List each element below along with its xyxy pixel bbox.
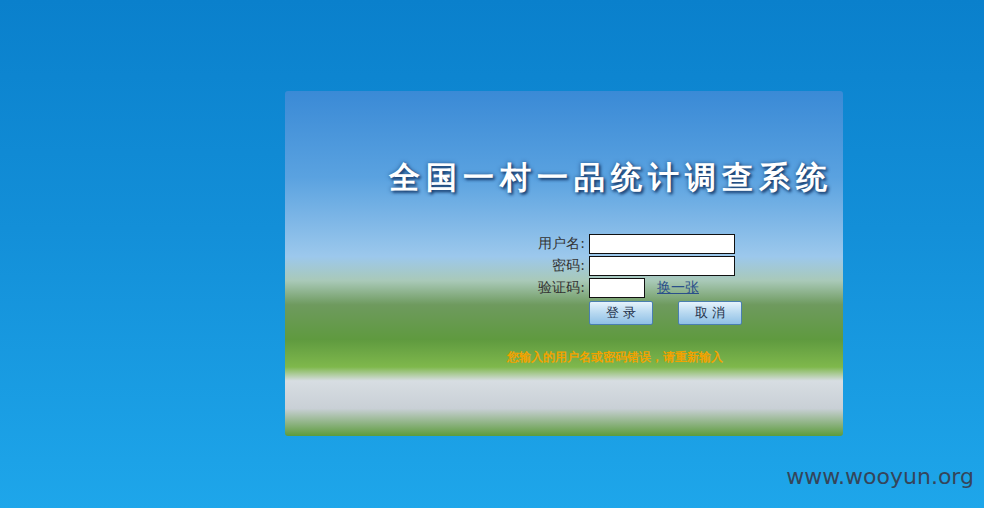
field-cell: 换一张 <box>589 278 843 298</box>
cancel-button[interactable]: 取 消 <box>678 301 742 325</box>
error-message: 您输入的用户名或密码错误，请重新输入 <box>507 349 843 365</box>
username-input[interactable] <box>589 234 735 254</box>
system-title: 全国一村一品统计调查系统 <box>389 157 843 197</box>
field-cell <box>589 234 843 254</box>
login-button[interactable]: 登 录 <box>589 301 653 325</box>
password-input[interactable] <box>589 256 735 276</box>
field-label: 验证码: <box>525 277 585 298</box>
button-row: 登 录取 消 <box>589 301 843 325</box>
field-cell <box>589 256 843 276</box>
captcha-input[interactable] <box>589 278 645 298</box>
field-label: 用户名: <box>525 233 585 254</box>
login-form: 用户名:密码:验证码: 换一张登 录 取 消 <box>525 233 843 325</box>
refresh-captcha-link[interactable]: 换一张 <box>657 279 699 297</box>
field-label: 密码: <box>525 255 585 276</box>
login-page: 全国一村一品统计调查系统用户名:密码:验证码: 换一张登 录 取 消您输入的用户名或… <box>0 0 984 508</box>
login-panel: 全国一村一品统计调查系统用户名:密码:验证码: 换一张登 录 取 消您输入的用户名或… <box>285 91 843 436</box>
watermark: www.wooyun.org <box>786 464 974 490</box>
